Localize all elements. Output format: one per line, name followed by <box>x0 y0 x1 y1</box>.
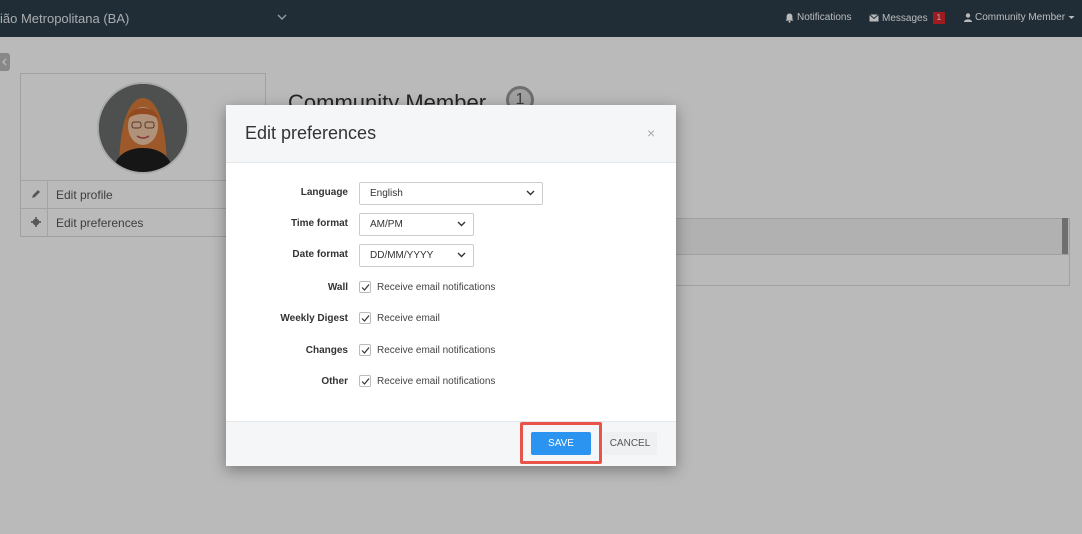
date-format-select[interactable]: DD/MM/YYYY <box>359 244 474 267</box>
date-format-row: Date format DD/MM/YYYY <box>226 244 676 268</box>
other-row: Other Receive email notifications <box>226 371 676 395</box>
date-format-label: Date format <box>292 249 348 260</box>
wall-label: Wall <box>327 282 348 293</box>
weekly-digest-row: Weekly Digest Receive email <box>226 308 676 332</box>
edit-preferences-modal: Edit preferences × Language English Time… <box>226 105 676 466</box>
weekly-digest-label: Weekly Digest <box>280 313 348 324</box>
check-icon <box>361 347 370 354</box>
changes-row: Changes Receive email notifications <box>226 340 676 364</box>
wall-row: Wall Receive email notifications <box>226 277 676 301</box>
language-row: Language English <box>226 182 676 206</box>
date-format-value: DD/MM/YYYY <box>370 250 434 261</box>
chevron-down-icon <box>526 190 535 196</box>
language-value: English <box>370 188 403 199</box>
changes-label: Changes <box>305 345 348 356</box>
save-button[interactable]: SAVE <box>531 432 591 455</box>
weekly-digest-option-label: Receive email <box>377 313 440 324</box>
chevron-down-icon <box>457 221 466 227</box>
other-option-label: Receive email notifications <box>377 376 496 387</box>
other-checkbox[interactable] <box>359 375 371 387</box>
time-format-select[interactable]: AM/PM <box>359 213 474 236</box>
modal-header: Edit preferences × <box>226 105 676 163</box>
close-icon[interactable]: × <box>647 125 655 141</box>
wall-checkbox[interactable] <box>359 281 371 293</box>
check-icon <box>361 284 370 291</box>
time-format-row: Time format AM/PM <box>226 213 676 237</box>
changes-option-label: Receive email notifications <box>377 345 496 356</box>
modal-title: Edit preferences <box>245 123 377 143</box>
language-label: Language <box>300 187 348 198</box>
check-icon <box>361 315 370 322</box>
language-select[interactable]: English <box>359 182 543 205</box>
other-label: Other <box>321 376 348 387</box>
wall-option-label: Receive email notifications <box>377 282 496 293</box>
changes-checkbox[interactable] <box>359 344 371 356</box>
time-format-label: Time format <box>290 218 348 229</box>
cancel-button[interactable]: CANCEL <box>603 432 657 455</box>
chevron-down-icon <box>457 252 466 258</box>
check-icon <box>361 378 370 385</box>
time-format-value: AM/PM <box>370 219 403 230</box>
weekly-digest-checkbox[interactable] <box>359 312 371 324</box>
